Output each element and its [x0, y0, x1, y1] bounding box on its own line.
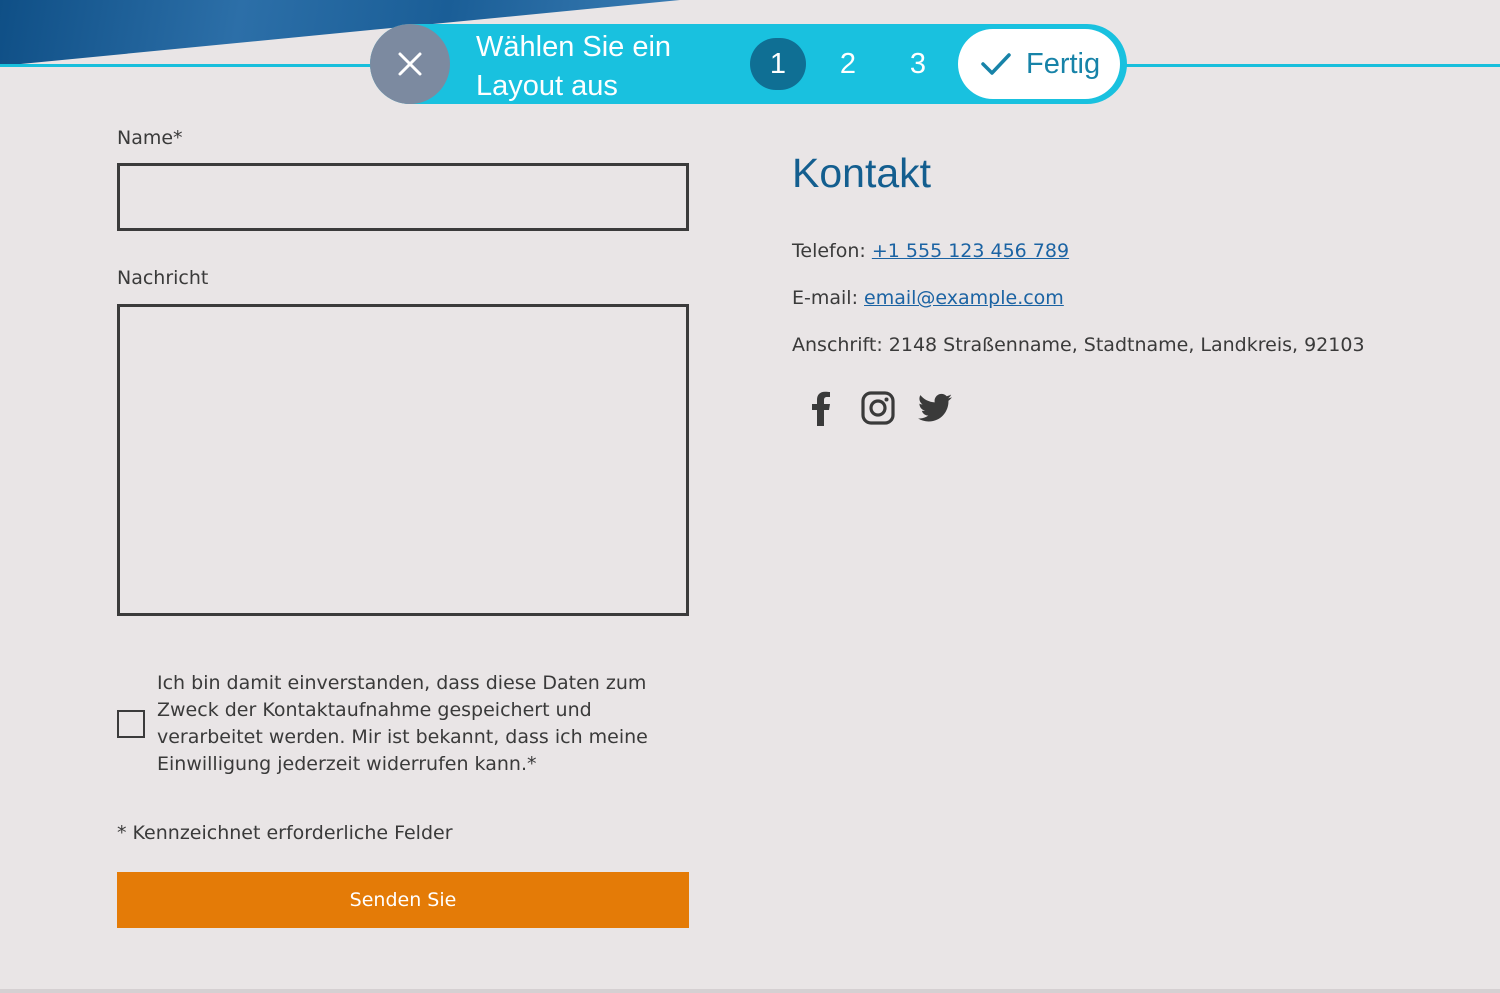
facebook-link[interactable] [801, 388, 841, 428]
wizard-done-button[interactable]: Fertig [958, 29, 1120, 99]
message-textarea[interactable] [117, 304, 689, 616]
email-link[interactable]: email@example.com [864, 287, 1064, 309]
layout-wizard-bar: Wählen Sie ein Layout aus 1 2 3 Fertig [370, 24, 1127, 104]
contact-phone: Telefon: +1 555 123 456 789 [792, 240, 1069, 262]
consent-checkbox[interactable] [117, 710, 145, 738]
contact-heading: Kontakt [792, 150, 932, 196]
address-value: 2148 Straßenname, Stadtname, Landkreis, … [888, 334, 1365, 356]
phone-label: Telefon: [792, 240, 872, 262]
instagram-link[interactable] [858, 388, 898, 428]
consent-text: Ich bin damit einverstanden, dass diese … [157, 672, 648, 775]
twitter-link[interactable] [915, 388, 955, 428]
instagram-icon [861, 391, 895, 425]
phone-link[interactable]: +1 555 123 456 789 [872, 240, 1069, 262]
contact-address: Anschrift: 2148 Straßenname, Stadtname, … [792, 334, 1365, 356]
wizard-step-3[interactable]: 3 [890, 38, 946, 90]
footer-divider [0, 989, 1500, 993]
facebook-icon [812, 391, 830, 426]
submit-button[interactable]: Senden Sie [117, 872, 689, 928]
required-fields-note: * Kennzeichnet erforderliche Felder [117, 822, 453, 844]
close-icon [398, 52, 422, 76]
address-label: Anschrift: [792, 334, 889, 356]
wizard-step-2[interactable]: 2 [820, 38, 876, 90]
name-input[interactable] [117, 163, 689, 231]
name-label: Name* [117, 127, 183, 149]
contact-email: E-mail: email@example.com [792, 287, 1064, 309]
checkmark-icon [981, 53, 1011, 75]
twitter-icon [918, 393, 952, 422]
wizard-done-label: Fertig [1026, 47, 1101, 80]
wizard-step-1[interactable]: 1 [750, 38, 806, 90]
message-label: Nachricht [117, 267, 209, 289]
email-label: E-mail: [792, 287, 865, 309]
wizard-title: Wählen Sie ein Layout aus [476, 31, 672, 102]
wizard-close-button[interactable] [370, 24, 450, 104]
page: Wählen Sie ein Layout aus 1 2 3 Fertig N… [0, 0, 1500, 993]
